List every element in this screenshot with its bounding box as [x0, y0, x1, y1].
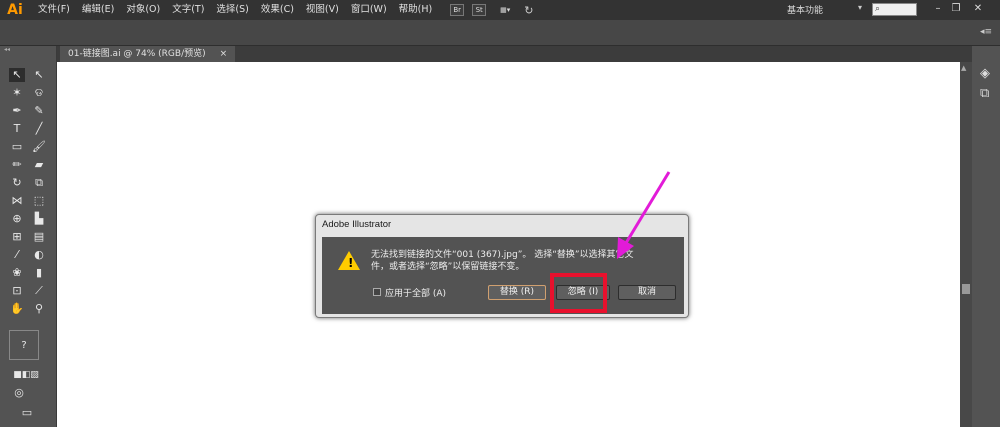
annotation-arrow — [617, 171, 671, 259]
